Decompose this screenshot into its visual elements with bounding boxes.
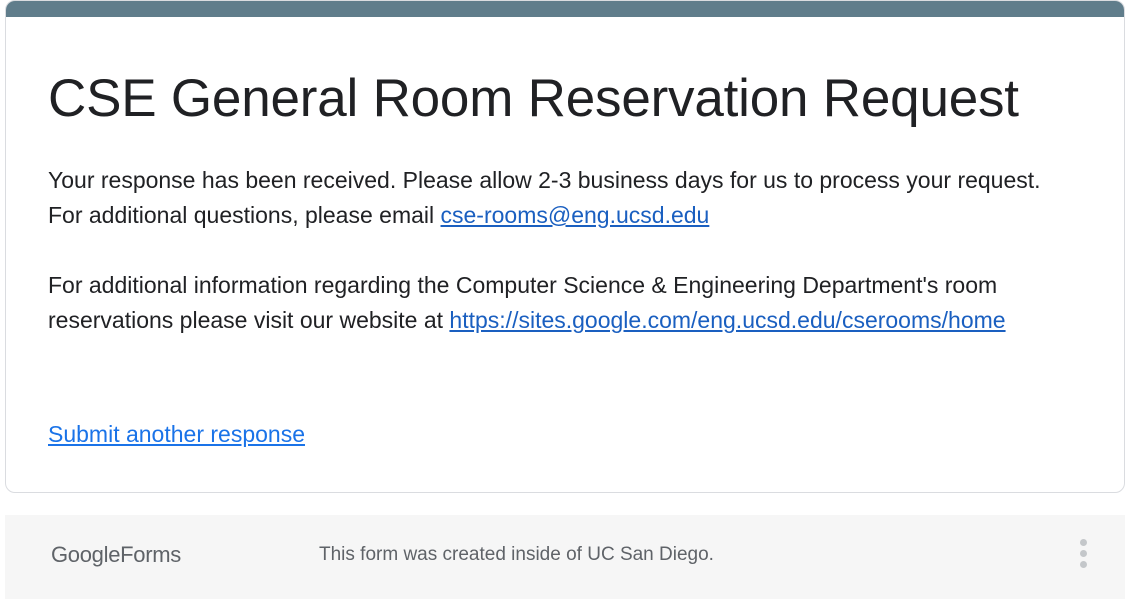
footer-bar: GoogleForms This form was created inside… [5,515,1125,599]
footer-note: This form was created inside of UC San D… [319,544,714,565]
contact-email-link[interactable]: cse-rooms@eng.ucsd.edu [441,202,710,228]
form-title: CSE General Room Reservation Request [48,69,1019,128]
google-forms-logo[interactable]: GoogleForms [51,542,181,568]
more-vert-icon[interactable] [1071,539,1095,573]
card-accent-bar [6,1,1124,17]
logo-forms-text: Forms [120,542,181,567]
confirmation-card: CSE General Room Reservation Request You… [5,0,1125,493]
confirmation-message: Your response has been received. Please … [48,163,1068,233]
logo-google-text: Google [51,542,121,567]
website-link[interactable]: https://sites.google.com/eng.ucsd.edu/cs… [449,307,1005,333]
more-dot [1079,550,1087,557]
more-dot [1079,539,1087,546]
info-message: For additional information regarding the… [48,268,1068,338]
submit-another-response-link[interactable]: Submit another response [48,417,305,452]
more-dot [1079,561,1087,568]
